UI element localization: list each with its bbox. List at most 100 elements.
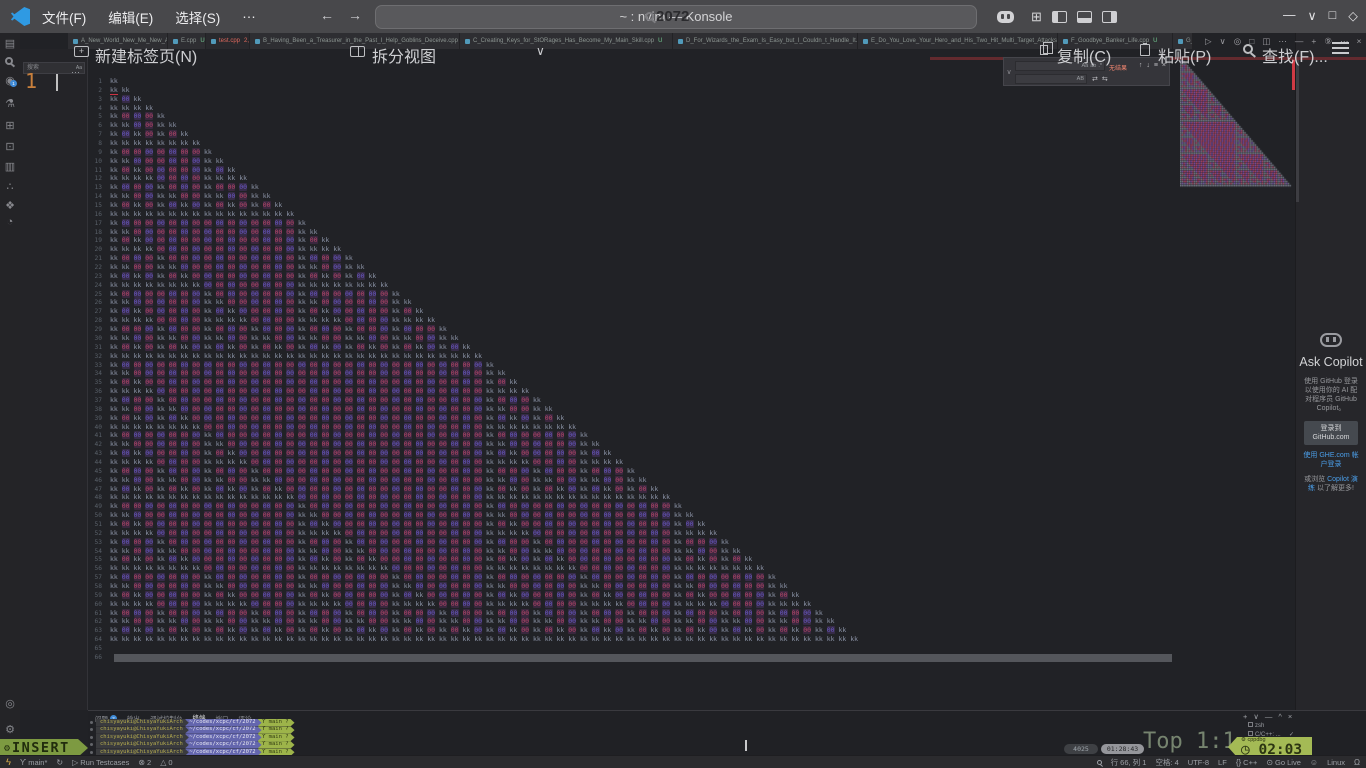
editor-tab-4[interactable]: C_Creating_Keys_for_StORages_Has_Become_… [460,33,673,49]
status-remote[interactable]: ϟ [6,757,11,768]
new-tab-icon[interactable]: + [74,46,89,57]
find-icon[interactable] [1243,44,1253,54]
customize-layout-icon[interactable]: ⊞ [1031,9,1042,25]
copilot-icon[interactable] [997,11,1014,23]
nvim-clock-segment: ⚙ cppdbg ◷ 02:03 [1228,737,1312,757]
forward-icon[interactable]: → [348,7,362,23]
editor-action-icon-1[interactable]: ∨ [1220,36,1226,47]
toggle-replace-icon[interactable]: ∨ [1005,68,1013,76]
status-eol[interactable]: LF [1218,758,1227,767]
more-actions-icon[interactable]: ⋯ [71,67,80,78]
terminal-output[interactable]: chisyayuki@ChisyaYukiArch~/codes/xcpc/cf… [90,719,291,756]
replace-icon[interactable]: ⇄ [1092,75,1098,83]
search-icon[interactable] [5,57,13,65]
next-match-icon[interactable]: ↓ [1146,62,1150,69]
status-cursor-position[interactable]: 行 66, 列 1 [1111,757,1147,768]
new-terminal-icon[interactable]: + [1243,712,1247,721]
diamond-icon[interactable]: ◇ [1348,8,1358,23]
status-notifications[interactable]: Ω [1354,758,1360,767]
kill-ter-icon[interactable]: — [1265,712,1273,721]
code-line-28: 28kk kk kk kk 00 00 00 00 kk kk kk kk 00… [88,316,1178,325]
prompt-user: chisyayuki@ChisyaYukiArch [96,719,189,726]
editor-action-icon-2[interactable]: ◎ [1234,36,1241,47]
split-view-caret-icon[interactable]: ∨ [536,44,545,58]
restore-icon[interactable]: □ [1329,8,1337,23]
remote-explorer-icon[interactable]: ⊡ [0,140,20,153]
code-line-33: 33kk 00 00 00 00 00 00 00 00 00 00 00 00… [88,361,1178,370]
minimize-icon[interactable]: — [1283,8,1296,23]
konsole-new-tab[interactable]: 新建标签页(N) [95,43,197,67]
chevron-down-icon[interactable]: ∨ [1308,8,1317,23]
terminal-prompt-row: chisyayuki@ChisyaYukiArch~/codes/xcpc/cf… [90,726,291,733]
menu-bar: 文件(F) 编辑(E) 选择(S) ··· [42,0,256,33]
terminal-list-item-0[interactable]: zsh [1248,722,1294,731]
containers-icon[interactable]: ❖ [0,199,20,212]
minimap[interactable] [1180,57,1292,189]
status-label: 2 [147,758,151,767]
editor-action-icon-10[interactable]: × [1356,36,1361,47]
line-number: 66 [88,654,110,663]
launch-profile-icon[interactable]: ∨ [1253,712,1259,721]
prompt-path: ~/codes/xcpc/cf/2072 [185,726,261,733]
toggle-sidebar-icon[interactable] [1052,11,1067,23]
status-branch[interactable]: ϒmain* [20,758,47,767]
prompt-path: ~/codes/xcpc/cf/2072 [185,741,261,748]
replace-all-icon[interactable]: ⇆ [1102,75,1108,83]
hierarchy-icon[interactable]: ∴ [0,180,20,193]
code-line-55: 55kk 00 kk 00 kk 00 kk 00 00 00 00 00 00… [88,555,1178,564]
preserve-case-icon[interactable]: AB [1077,76,1084,82]
status-label: 空格: 4 [1155,757,1178,768]
scrollbar[interactable] [1296,57,1299,202]
toggle-rightbar-icon[interactable] [1102,11,1117,23]
ghe-signin-link[interactable]: 使用 GHE.com 帐户登录 [1296,451,1366,469]
web-icon[interactable]: ◔ [0,216,20,228]
menu-item-2[interactable]: 选择(S) [175,7,220,27]
toggle-panel-icon[interactable] [1077,11,1092,23]
extensions-icon[interactable]: ⊞ [0,119,20,132]
status-label: C++ [1243,758,1257,767]
settings-icon[interactable]: ⚙ [0,723,20,736]
status-encoding[interactable]: UTF-8 [1188,758,1209,767]
status-search[interactable] [1097,760,1102,765]
status-sync[interactable]: ↻ [56,758,63,767]
paste-icon[interactable] [1140,44,1150,56]
close-panel-icon[interactable]: × [1288,712,1292,721]
maximize-panel-icon[interactable]: ^ [1278,712,1282,721]
editor-tab-5[interactable]: D_For_Wizards_the_Exam_Is_Easy_but_I_Cou… [673,33,858,49]
menu-item-0[interactable]: 文件(F) [42,7,86,27]
explorer-icon[interactable]: ▤ [0,37,20,50]
status-language[interactable]: {}C++ [1236,758,1258,767]
konsole-paste[interactable]: 粘贴(P) [1158,43,1211,67]
status-os[interactable]: Linux [1327,758,1345,767]
play-icon: ▷ [72,758,78,767]
code-line-57: 57kk 00 00 00 00 00 00 00 kk 00 00 00 00… [88,573,1178,582]
konsole-copy[interactable]: 复制(C) [1057,43,1111,67]
prev-match-icon[interactable]: ↑ [1139,62,1143,69]
editor-tab-6[interactable]: E_Do_You_Love_Your_Hero_and_His_Two_Hit_… [858,33,1058,49]
konsole-find[interactable]: 查找(F)... [1262,43,1328,67]
github-signin-button[interactable]: 登录到 GitHub.com [1304,421,1358,445]
charts-icon[interactable]: ▥ [0,160,20,173]
code-area[interactable]: 1kk2kk kk3kk 00 kk4kk kk kk kk5kk 00 00 … [88,77,1178,662]
editor-tab-2[interactable]: test.cpp2, U● [206,33,250,49]
code-line-22: 22kk kk 00 00 kk kk 00 00 00 00 00 00 00… [88,263,1178,272]
menu-item-1[interactable]: 编辑(E) [108,7,153,27]
konsole-split-view[interactable]: 拆分视图 [372,43,436,67]
status-run-testcases[interactable]: ▷Run Testcases [72,758,129,767]
code-line-13: 13kk 00 00 00 kk 00 00 00 kk 00 00 00 kk [88,183,1178,192]
replace-input[interactable]: AB [1015,74,1087,84]
copy-icon[interactable] [1040,45,1048,55]
status-feedback[interactable]: ☺ [1310,758,1318,767]
code-line-16: 16kk kk kk kk kk kk kk kk kk kk kk kk kk… [88,210,1178,219]
status-indentation[interactable]: 空格: 4 [1155,757,1178,768]
menu-item-3[interactable]: ··· [242,9,256,24]
status-warnings[interactable]: △0 [160,758,172,767]
status-go-live[interactable]: ⊙Go Live [1266,758,1301,767]
account-icon[interactable]: ◎ [0,697,20,710]
back-icon[interactable]: ← [320,7,334,23]
testing-icon[interactable]: ⚗ [0,97,20,110]
split-view-icon[interactable] [350,46,365,57]
status-bar: ϟ ϒmain* ↻ ▷Run Testcases ⊗2 △0 行 66, 列 1 空格: … [0,755,1366,768]
status-errors[interactable]: ⊗2 [138,758,151,767]
hamburger-menu-icon[interactable] [1332,42,1349,55]
